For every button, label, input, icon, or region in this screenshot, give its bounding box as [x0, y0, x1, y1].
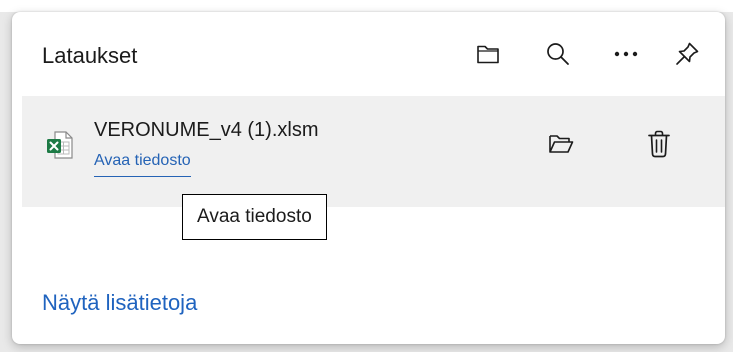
- panel-title: Lataukset: [42, 43, 138, 68]
- delete-icon: [646, 129, 672, 164]
- delete-button[interactable]: [639, 126, 679, 166]
- open-downloads-folder-button[interactable]: [468, 34, 508, 74]
- download-item[interactable]: VERONUME_v4 (1).xlsm Avaa tiedosto: [22, 96, 725, 207]
- show-in-folder-icon: [547, 132, 575, 161]
- more-options-icon: [613, 50, 639, 58]
- background-strip: [0, 0, 733, 12]
- more-options-button[interactable]: [606, 34, 646, 74]
- search-downloads-button[interactable]: [538, 34, 578, 74]
- file-name: VERONUME_v4 (1).xlsm: [94, 119, 319, 141]
- open-file-link[interactable]: Avaa tiedosto: [94, 151, 191, 177]
- search-icon: [545, 41, 571, 67]
- tooltip: Avaa tiedosto: [182, 194, 327, 240]
- show-more-info-link[interactable]: Näytä lisätietoja: [42, 290, 197, 316]
- folder-icon: [475, 42, 501, 66]
- downloads-header: Lataukset: [12, 12, 725, 96]
- downloads-panel: Lataukset VERONUME_v4 (1).xlsm Avaa tied…: [12, 12, 725, 344]
- show-in-folder-button[interactable]: [541, 126, 581, 166]
- excel-file-icon: [45, 129, 75, 161]
- pin-icon: [673, 40, 701, 68]
- pin-panel-button[interactable]: [667, 34, 707, 74]
